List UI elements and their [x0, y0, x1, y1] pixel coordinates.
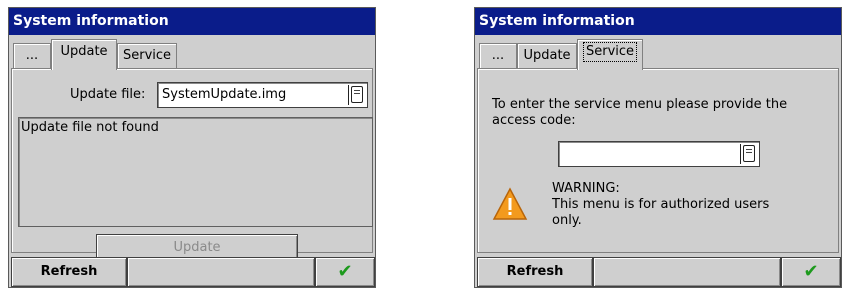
- bottom-spacer: [127, 257, 315, 287]
- tab-more-label: ...: [491, 48, 505, 63]
- tab-service-label: Service: [582, 42, 638, 62]
- prompt-line-1: To enter the service menu please provide…: [492, 97, 788, 112]
- window-title: System information: [9, 8, 375, 35]
- update-button-label: Update: [173, 240, 221, 255]
- update-file-label: Update file:: [70, 87, 146, 102]
- service-window: System information ... Update Service To…: [474, 7, 842, 288]
- keyboard-icon[interactable]: [351, 86, 363, 103]
- tab-update[interactable]: Update: [517, 43, 577, 69]
- bottom-bar: Refresh ✔: [9, 255, 375, 287]
- service-panel: To enter the service menu please provide…: [477, 68, 839, 253]
- tab-more-label: ...: [25, 48, 39, 63]
- update-file-field[interactable]: SystemUpdate.img: [157, 82, 368, 108]
- window-title: System information: [475, 8, 841, 35]
- refresh-button[interactable]: Refresh: [11, 257, 127, 287]
- update-file-value: SystemUpdate.img: [162, 87, 287, 102]
- warning-icon: [492, 187, 528, 220]
- tab-service[interactable]: Service: [577, 39, 643, 70]
- check-icon: ✔: [803, 261, 819, 282]
- bottom-bar: Refresh ✔: [475, 255, 841, 287]
- refresh-button[interactable]: Refresh: [477, 257, 593, 287]
- tab-more[interactable]: ...: [13, 43, 51, 69]
- ok-button[interactable]: ✔: [315, 257, 375, 287]
- check-icon: ✔: [337, 261, 353, 282]
- tab-strip: ... Update Service: [13, 39, 371, 70]
- update-window: System information ... Update Service Up…: [8, 7, 376, 288]
- tab-more[interactable]: ...: [479, 43, 517, 69]
- field-separator: [348, 85, 349, 105]
- ok-button[interactable]: ✔: [781, 257, 841, 287]
- tab-update-label: Update: [523, 48, 571, 63]
- field-separator: [740, 144, 741, 164]
- status-box: Update file not found: [18, 117, 373, 227]
- access-code-input[interactable]: [558, 141, 760, 167]
- keyboard-icon[interactable]: [743, 145, 755, 162]
- tab-service[interactable]: Service: [117, 43, 177, 69]
- warning-line-2: only.: [552, 213, 582, 228]
- tab-strip: ... Update Service: [479, 39, 837, 70]
- refresh-button-label: Refresh: [506, 264, 564, 279]
- refresh-button-label: Refresh: [40, 264, 98, 279]
- bottom-spacer: [593, 257, 781, 287]
- warning-line-1: This menu is for authorized users: [552, 197, 770, 212]
- prompt-line-2: access code:: [492, 113, 576, 128]
- tab-update[interactable]: Update: [51, 39, 117, 70]
- warning-title: WARNING:: [552, 181, 620, 196]
- update-panel: Update file: SystemUpdate.img Update fil…: [11, 68, 373, 262]
- status-text: Update file not found: [21, 120, 159, 135]
- tab-service-label: Service: [122, 48, 172, 63]
- tab-update-label: Update: [60, 44, 108, 59]
